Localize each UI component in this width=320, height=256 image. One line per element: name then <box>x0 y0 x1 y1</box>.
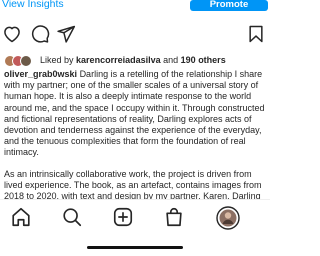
home-indicator <box>87 246 183 249</box>
post-actions <box>0 24 270 46</box>
home-icon[interactable] <box>10 206 32 228</box>
likes-joiner: and <box>163 55 179 65</box>
search-icon[interactable] <box>61 206 83 228</box>
liker-avatar[interactable] <box>20 55 32 67</box>
view-insights-link[interactable]: View Insights <box>2 0 64 10</box>
caption-text-1: Darling is a retelling of the relationsh… <box>4 69 265 158</box>
comment-icon[interactable] <box>30 24 50 44</box>
promote-button[interactable]: Promote <box>190 0 268 11</box>
heart-icon[interactable] <box>2 24 22 44</box>
caption-paragraph-1: oliver_grab0wski Darling is a retelling … <box>4 69 266 159</box>
caption-username[interactable]: oliver_grab0wski <box>4 69 77 79</box>
shop-icon[interactable] <box>163 206 185 228</box>
profile-avatar[interactable] <box>216 206 240 230</box>
share-icon[interactable] <box>56 24 76 44</box>
post-top-bar: View Insights Promote <box>0 0 270 12</box>
likes-row: Liked by karencorreiadasilva and 190 oth… <box>4 55 270 67</box>
new-post-icon[interactable] <box>112 206 134 228</box>
bookmark-icon[interactable] <box>246 24 266 44</box>
likes-others-count[interactable]: 190 others <box>181 55 226 65</box>
liker-username[interactable]: karencorreiadasilva <box>76 55 161 65</box>
likes-text[interactable]: Liked by karencorreiadasilva and 190 oth… <box>40 55 226 66</box>
likes-prefix: Liked by <box>40 55 74 65</box>
